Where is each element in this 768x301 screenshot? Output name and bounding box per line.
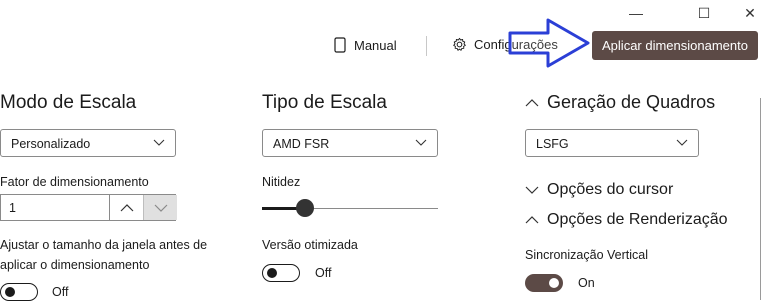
slider-track [306, 208, 438, 209]
chevron-up-icon [120, 203, 134, 211]
apply-scaling-button[interactable]: Aplicar dimensionamento [592, 31, 758, 60]
sharpness-label: Nitidez [262, 175, 301, 189]
chevron-up-icon [525, 98, 539, 106]
optimized-version-toggle[interactable] [262, 264, 300, 282]
adjust-window-label-cont: aplicar o dimensionamento [0, 258, 150, 272]
scale-type-value: AMD FSR [273, 137, 330, 151]
scale-mode-value: Personalizado [11, 137, 91, 151]
sharpness-slider[interactable] [262, 198, 438, 218]
chevron-down-icon [525, 186, 539, 194]
frame-generation-heading: Geração de Quadros [547, 92, 716, 112]
chevron-down-icon [676, 139, 688, 146]
frame-generation-select[interactable]: LSFG [525, 129, 699, 157]
frame-generation-value: LSFG [536, 137, 569, 151]
scale-mode-select[interactable]: Personalizado [0, 129, 176, 157]
chevron-down-icon [154, 204, 167, 212]
maximize-icon: ☐ [697, 4, 711, 21]
chevron-down-icon [415, 139, 427, 146]
render-options-label: Opções de Renderização [547, 211, 728, 228]
scale-factor-value: 1 [9, 201, 16, 215]
manual-label: Manual [354, 37, 397, 53]
minimize-button[interactable]: — [616, 0, 656, 26]
adjust-window-label: Ajustar o tamanho da janela antes de [0, 238, 208, 252]
toggle-knob [5, 287, 15, 297]
adjust-window-state: Off [52, 285, 69, 299]
annotation-arrow-icon [508, 18, 590, 68]
vsync-toggle[interactable] [525, 274, 563, 292]
apply-scaling-label: Aplicar dimensionamento [602, 38, 748, 53]
close-icon: ✕ [744, 4, 756, 21]
cursor-options-label: Opções do cursor [547, 181, 674, 198]
maximize-button[interactable]: ☐ [684, 0, 724, 26]
toggle-knob [267, 268, 277, 278]
frame-generation-header[interactable]: Geração de Quadros [525, 92, 715, 113]
chevron-up-icon [525, 216, 539, 224]
scrollbar[interactable] [760, 98, 761, 300]
scale-factor-label: Fator de dimensionamento [0, 175, 149, 189]
close-button[interactable]: ✕ [730, 0, 768, 26]
vsync-state: On [578, 276, 595, 290]
document-icon [334, 37, 346, 53]
cursor-options-header[interactable]: Opções do cursor [525, 181, 673, 199]
scale-type-select[interactable]: AMD FSR [262, 129, 438, 157]
minimize-icon: — [629, 5, 643, 21]
decrement-button[interactable] [143, 195, 177, 220]
optimized-version-state: Off [315, 266, 332, 280]
scale-mode-heading: Modo de Escala [0, 92, 137, 113]
vsync-label: Sincronização Vertical [525, 248, 648, 262]
adjust-window-toggle[interactable] [0, 283, 38, 301]
toolbar-divider [426, 36, 427, 56]
toggle-knob [549, 278, 559, 288]
slider-thumb[interactable] [296, 199, 314, 217]
manual-button[interactable]: Manual [334, 37, 397, 53]
scale-factor-stepper[interactable]: 1 [0, 194, 177, 221]
scale-type-heading: Tipo de Escala [262, 92, 387, 113]
optimized-version-label: Versão otimizada [262, 238, 358, 252]
chevron-down-icon [153, 139, 165, 146]
gear-icon [453, 37, 466, 51]
increment-button[interactable] [109, 195, 144, 220]
render-options-header[interactable]: Opções de Renderização [525, 211, 728, 229]
